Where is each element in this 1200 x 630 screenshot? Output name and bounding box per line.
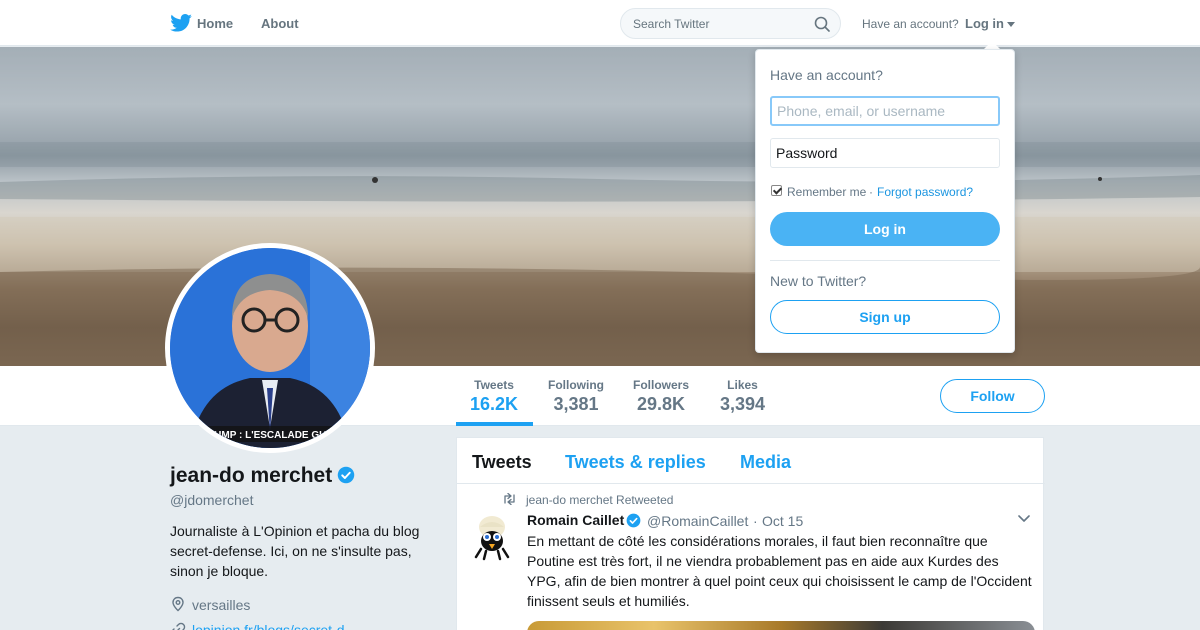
stat-likes[interactable]: Likes 3,394 — [720, 378, 765, 415]
separator-dot: · — [869, 185, 873, 199]
remember-me-checkbox[interactable] — [771, 185, 782, 196]
avatar-photo: RUMP : L'ESCALADE GUE — [170, 248, 370, 448]
stat-tweets[interactable]: Tweets 16.2K — [470, 378, 518, 415]
profile-location: versailles — [192, 597, 251, 613]
profile-name[interactable]: jean-do merchet — [170, 464, 332, 488]
divider — [770, 260, 1000, 261]
search-box — [620, 8, 841, 39]
login-label: Log in — [965, 16, 1004, 31]
retweet-context[interactable]: jean-do merchet Retweeted — [526, 493, 673, 507]
caret-down-icon — [1007, 22, 1015, 28]
tweet-text: En mettant de côté les considérations mo… — [527, 533, 1032, 609]
new-to-twitter-text: New to Twitter? — [770, 273, 867, 289]
active-stat-underline — [456, 422, 533, 426]
dropdown-caret — [984, 41, 1000, 49]
login-button[interactable]: Log in — [770, 212, 1000, 246]
top-nav: Home About Have an account? Log in — [0, 0, 1200, 46]
nav-about-link[interactable]: About — [261, 16, 299, 31]
stat-label: Following — [548, 378, 604, 392]
verified-icon — [626, 513, 641, 528]
stat-following[interactable]: Following 3,381 — [548, 378, 604, 415]
stat-value: 16.2K — [470, 394, 519, 414]
profile-handle[interactable]: @jdomerchet — [170, 492, 253, 508]
stat-label: Tweets — [474, 378, 514, 392]
profile-bio: Journaliste à L'Opinion et pacha du blog… — [170, 523, 420, 579]
login-dropdown: Have an account? Remember me · Forgot pa… — [755, 49, 1015, 353]
have-account-text: Have an account? — [862, 17, 959, 31]
tweet-author-name[interactable]: Romain Caillet — [527, 512, 624, 528]
avatar[interactable]: RUMP : L'ESCALADE GUE — [165, 243, 375, 453]
signup-button[interactable]: Sign up — [770, 300, 1000, 334]
follow-button[interactable]: Follow — [940, 379, 1045, 413]
tweet-meta-separator: · — [753, 513, 758, 529]
timeline-tabs: Tweets Tweets & replies Media — [457, 438, 1045, 484]
search-input[interactable] — [621, 9, 791, 38]
remember-me-label[interactable]: Remember me — [787, 185, 866, 199]
retweet-icon — [504, 493, 515, 505]
stat-value: 29.8K — [636, 394, 686, 414]
tab-media[interactable]: Media — [740, 452, 791, 473]
twitter-bird-icon[interactable] — [170, 14, 192, 32]
stat-label: Followers — [633, 378, 690, 392]
chevron-down-icon[interactable] — [1018, 515, 1030, 523]
nav-home-link[interactable]: Home — [197, 16, 233, 31]
tweet-media[interactable] — [527, 621, 1035, 630]
profile-link[interactable]: lopinion.fr/blogs/secret-d — [192, 622, 345, 630]
verified-icon — [337, 466, 355, 484]
login-dropdown-toggle[interactable]: Log in — [965, 16, 1015, 31]
timeline: Tweets Tweets & replies Media jean-do me… — [456, 437, 1045, 630]
location-pin-icon — [172, 596, 184, 612]
stat-followers[interactable]: Followers 29.8K — [633, 378, 689, 415]
forgot-password-link[interactable]: Forgot password? — [877, 185, 973, 199]
stat-label: Likes — [727, 378, 758, 392]
password-field[interactable] — [770, 138, 1000, 168]
username-field[interactable] — [770, 96, 1000, 126]
dropdown-title: Have an account? — [770, 67, 883, 83]
link-icon — [172, 622, 186, 630]
tab-tweets-replies[interactable]: Tweets & replies — [565, 452, 706, 473]
tweet-date[interactable]: Oct 15 — [762, 513, 803, 529]
tweet-author-handle[interactable]: @RomainCaillet — [647, 513, 748, 529]
stat-value: 3,381 — [553, 394, 599, 414]
avatar-caption: RUMP : L'ESCALADE GUE — [207, 430, 333, 441]
search-icon[interactable] — [814, 16, 830, 32]
stat-value: 3,394 — [720, 394, 766, 414]
tab-tweets[interactable]: Tweets — [472, 452, 532, 473]
tweet-author-avatar[interactable] — [472, 513, 512, 561]
